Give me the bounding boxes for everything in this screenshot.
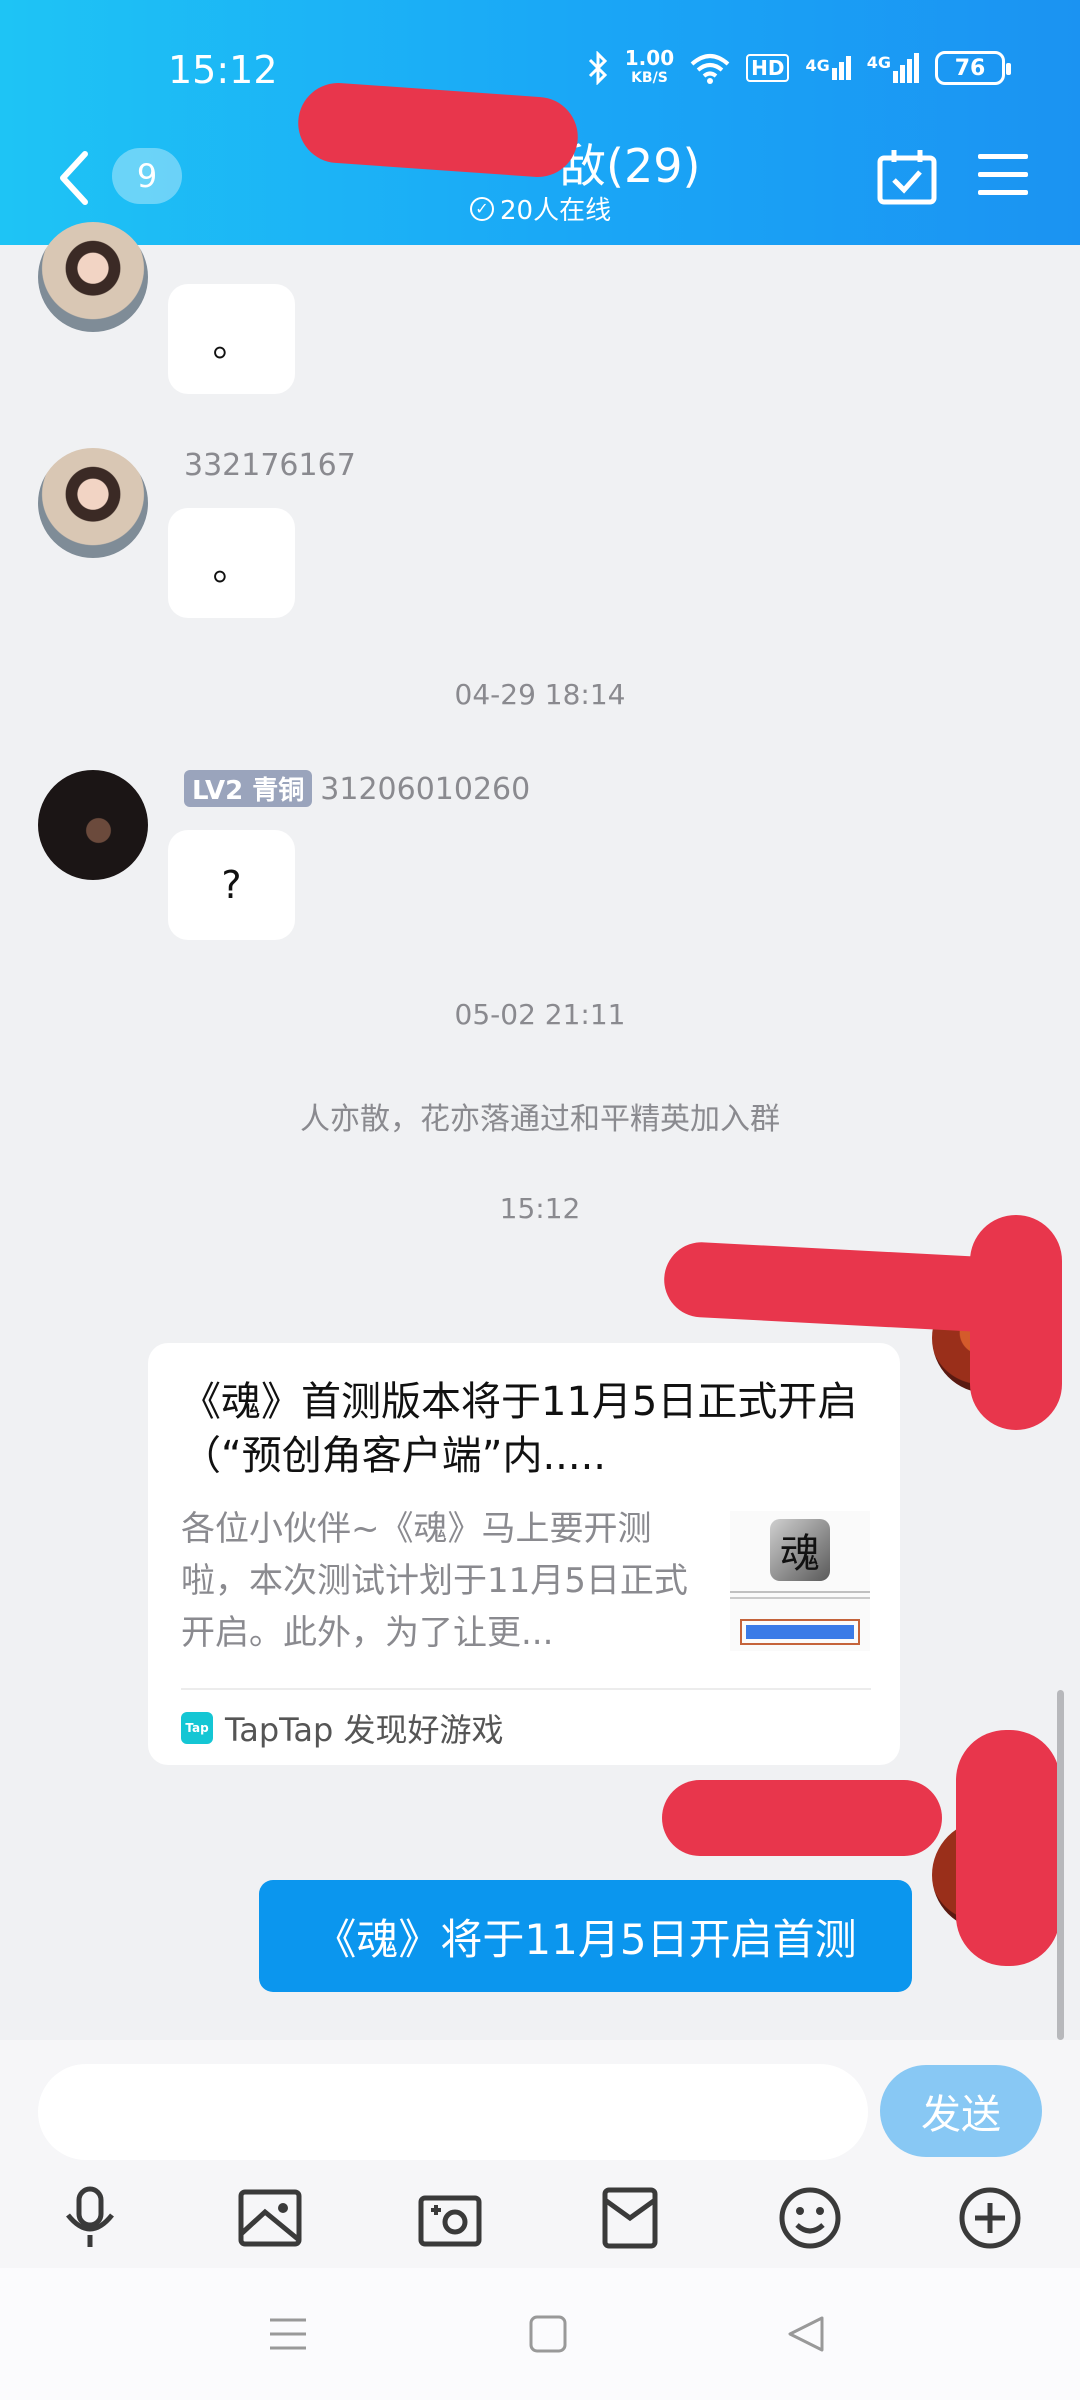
signal-4g-icon-1: 4G (805, 56, 851, 80)
signal-4g-icon-2: 4G (867, 53, 919, 83)
plus-icon[interactable] (950, 2178, 1030, 2258)
input-area: 发送 (0, 2040, 1080, 2268)
card-source: Tap TapTap 发现好游戏 (181, 1705, 504, 1751)
emoji-icon[interactable] (770, 2178, 850, 2258)
my-message-bubble[interactable]: 《魂》将于11月5日开启首测 (259, 1880, 912, 1992)
back-triangle-icon[interactable] (776, 2304, 836, 2364)
message-input[interactable] (38, 2064, 868, 2160)
unread-count-badge[interactable]: 9 (112, 148, 182, 204)
divider (181, 1688, 871, 1690)
game-logo-icon: 魂 (770, 1519, 830, 1581)
avatar[interactable] (38, 770, 148, 880)
timestamp: 04-29 18:14 (454, 678, 626, 711)
microphone-icon[interactable] (50, 2178, 130, 2258)
home-square-icon[interactable] (518, 2304, 578, 2364)
hd-icon: HD (746, 54, 790, 82)
message-bubble[interactable]: 。 (168, 508, 295, 618)
status-time: 15:12 (168, 48, 278, 92)
status-icons: 1.00 KB/S HD 4G 4G 76 (587, 46, 1011, 88)
scrollbar[interactable] (1057, 1690, 1064, 2040)
calendar-check-icon[interactable] (876, 148, 938, 206)
avatar[interactable] (38, 222, 148, 332)
wifi-icon (690, 54, 730, 84)
sender-name: 332176167 (184, 448, 356, 483)
sender-name: LV2 青铜 31206010260 (184, 770, 530, 807)
timestamp: 05-02 21:11 (454, 998, 626, 1031)
menu-icon[interactable] (258, 2304, 318, 2364)
back-arrow-icon[interactable] (55, 148, 95, 208)
system-message: 人亦散，花亦落通过和平精英加入群 (300, 1102, 780, 1137)
red-packet-icon[interactable] (590, 2178, 670, 2258)
system-nav-bar (0, 2268, 1080, 2400)
redaction-mark (662, 1780, 942, 1856)
card-thumbnail: 魂 (730, 1511, 870, 1651)
level-badge: LV2 青铜 (184, 770, 313, 807)
menu-icon[interactable] (976, 150, 1030, 200)
image-icon[interactable] (230, 2178, 310, 2258)
redaction-mark (956, 1730, 1060, 1966)
card-title: 《魂》首测版本将于11月5日正式开启（“预创角客户端”内..... (181, 1379, 858, 1479)
online-count: ✓ 20人在线 (470, 190, 611, 227)
message-bubble[interactable]: 。 (168, 284, 295, 394)
taptap-logo-icon: Tap (181, 1712, 213, 1744)
redaction-mark (970, 1215, 1062, 1430)
redaction-mark (295, 80, 581, 180)
avatar[interactable] (38, 448, 148, 558)
timestamp: 15:12 (499, 1192, 581, 1225)
card-description: 各位小伙伴~《魂》马上要开测啦，本次测试计划于11月5日正式开启。此外，为了让更… (181, 1509, 688, 1653)
message-bubble[interactable]: ? (168, 830, 295, 940)
chat-header: 15:12 1.00 KB/S HD 4G 4G 76 9 敌(29) ✓ 20… (0, 0, 1080, 245)
camera-icon[interactable] (410, 2178, 490, 2258)
net-speed: 1.00 KB/S (624, 46, 675, 86)
send-button[interactable]: 发送 (880, 2065, 1042, 2157)
battery-icon: 76 (935, 51, 1011, 85)
share-card[interactable]: 《魂》首测版本将于11月5日正式开启（“预创角客户端”内..... 各位小伙伴~… (148, 1343, 900, 1765)
bluetooth-icon (588, 51, 607, 85)
online-check-icon: ✓ (470, 196, 494, 221)
